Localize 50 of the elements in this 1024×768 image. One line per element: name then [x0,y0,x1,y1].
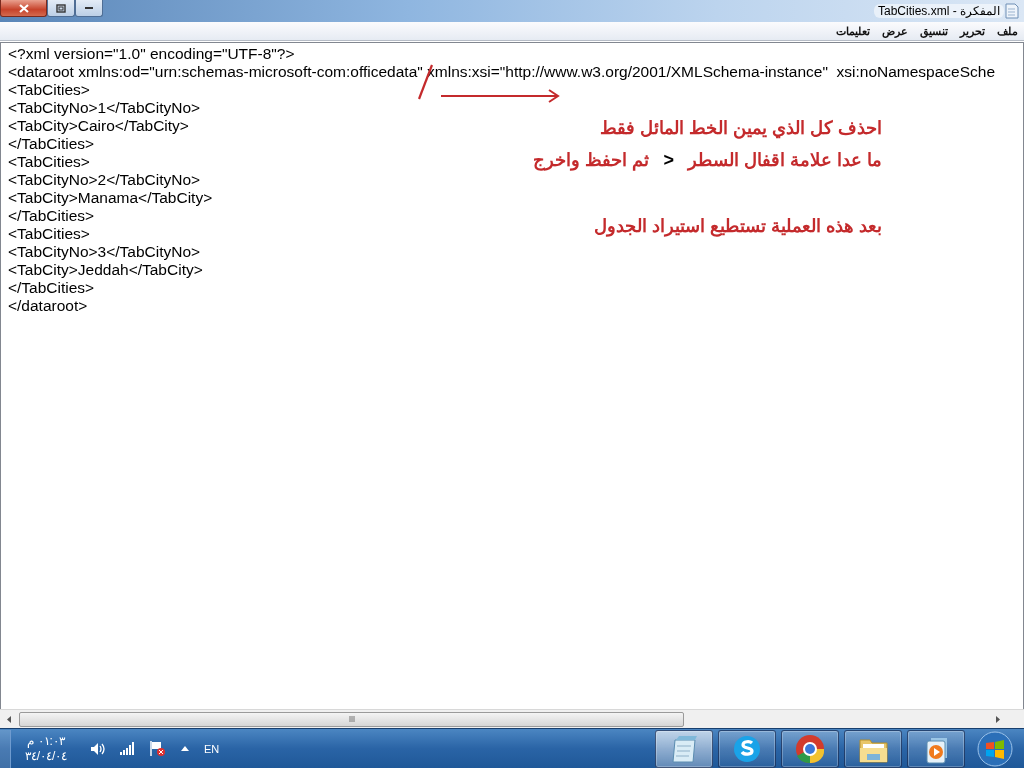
code-line: <TabCities> [8,153,90,171]
code-line: </TabCities> [8,207,95,225]
annotation-text: احذف كل الذي يمين الخط المائل فقط [600,117,882,139]
language-indicator[interactable]: EN [204,742,220,755]
code-line: <TabCities> [8,225,90,243]
scroll-thumb[interactable] [19,711,684,727]
code-line: <TabCity>Cairo</TabCity> [8,117,189,135]
minimize-button[interactable] [75,0,103,17]
notepad-icon [1004,2,1020,20]
code-line: <?xml version="1.0" encoding="UTF-8"?> [8,45,295,63]
taskbar-app-button[interactable] [655,729,713,768]
code-line: </TabCities> [8,135,95,153]
menu-item[interactable]: تنسيق [920,24,948,38]
taskbar-app-button[interactable] [718,729,776,768]
signal-icon[interactable] [119,741,135,756]
clock[interactable]: ٠١:٠٣ م ٣٤/٠٤/٠٤ [11,733,81,764]
window-title: TabCities.xml - المفكرة [874,4,1004,18]
taskbar-app-button[interactable] [781,729,839,768]
up-arrow-icon[interactable] [180,744,190,753]
annotation-symbol: < [662,149,675,171]
annotation-text: ما عدا علامة اقفال السطر [688,149,882,171]
taskbar-app-button[interactable] [844,729,902,768]
code-line: <TabCity>Jeddah</TabCity> [8,261,203,279]
code-line: <TabCityNo>2</TabCityNo> [8,171,201,189]
menu-item[interactable]: تعليمات [836,24,870,38]
close-button[interactable] [0,0,47,17]
clock-time: ٠١:٠٣ م [27,733,65,749]
code-line: </TabCities> [8,279,95,297]
code-line: <TabCityNo>1</TabCityNo> [8,99,201,117]
maximize-button[interactable] [47,0,75,17]
close-icon [18,3,29,13]
clock-date: ٣٤/٠٤/٠٤ [24,748,68,764]
annotation-text: ثم احفظ واخرج [533,149,650,171]
taskbar-app-button[interactable] [907,729,965,768]
scroll-right-icon[interactable] [994,714,1001,724]
menu-item[interactable]: ملف [997,24,1018,38]
horizontal-scrollbar[interactable] [0,709,1024,728]
code-line: <TabCityNo>3</TabCityNo> [8,243,201,261]
code-line: <TabCities> [8,81,90,99]
code-line: </dataroot> [8,297,88,315]
minimize-icon [85,7,93,9]
menu-item[interactable]: تحرير [960,24,985,38]
maximize-icon [56,3,66,13]
flag-icon[interactable] [149,740,166,757]
grip-icon [348,715,355,723]
scroll-left-icon[interactable] [5,714,12,724]
windows-logo-icon [977,730,1013,767]
annotation-text: بعد هذه العملية تستطيع استيراد الجدول [594,215,882,237]
code-line: <TabCity>Manama</TabCity> [8,189,213,207]
menu-item[interactable]: عرض [882,24,908,38]
